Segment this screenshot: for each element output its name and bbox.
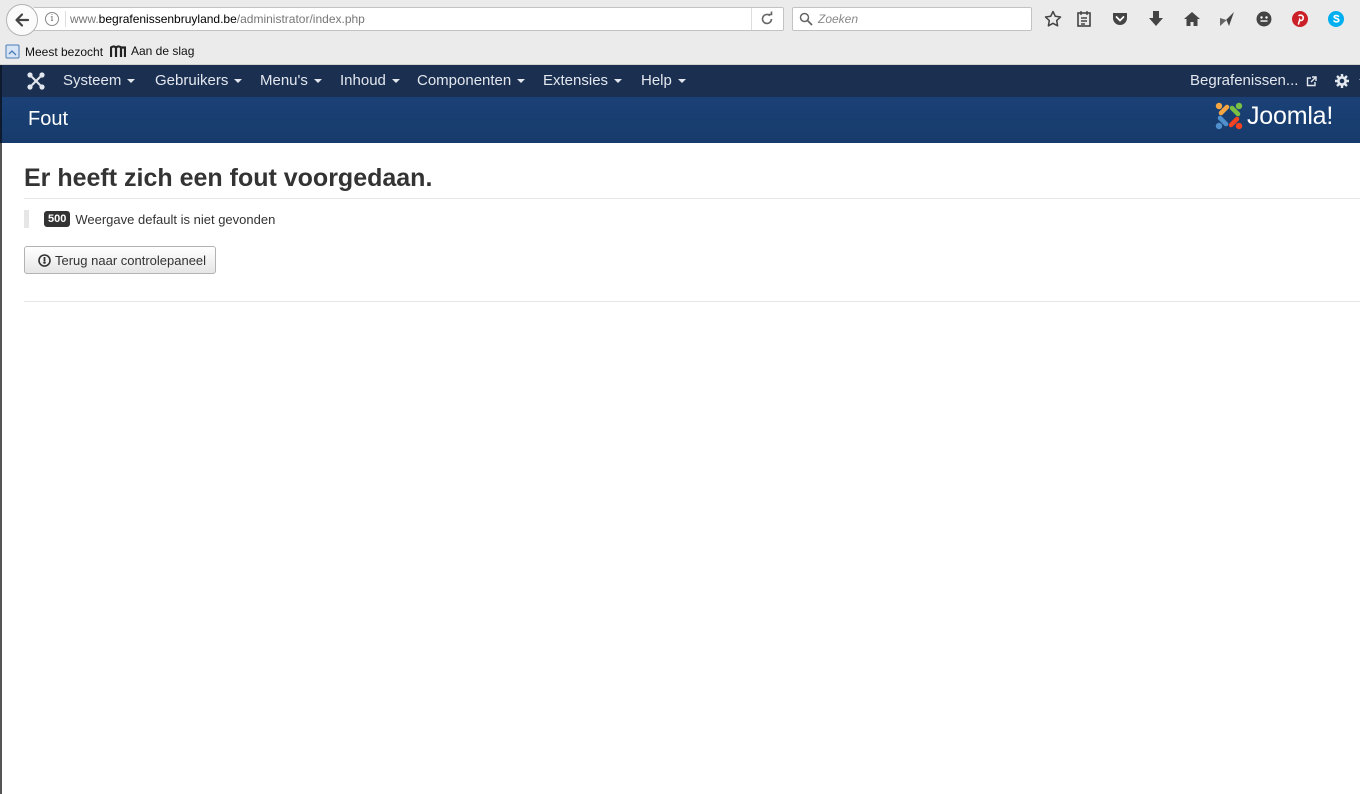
divider [24,301,1360,302]
back-to-dashboard-button[interactable]: Terug naar controlepaneel [24,246,216,274]
url-prefix: www. [70,12,99,26]
joomla-logo-icon [1215,102,1243,130]
back-button[interactable] [6,4,38,36]
emoji-icon[interactable] [1254,9,1274,29]
bookmark-folder-icon [5,44,20,59]
bookmarks-bar: Meest bezocht Aan de slag [0,40,1360,65]
url-path: /administrator/index.php [236,12,365,26]
reload-icon[interactable] [759,11,775,27]
caret-down-icon [677,79,686,84]
bookmark-meest-bezocht[interactable]: Meest bezocht [5,44,103,59]
error-heading: Er heeft zich een fout voorgedaan. [24,164,433,192]
dashboard-icon [38,253,51,267]
nav-label: Help [641,72,672,89]
page-title: Fout [28,108,69,130]
reload-separator [751,8,752,30]
caret-down-icon [391,79,400,84]
info-icon[interactable]: i [45,12,59,26]
main-content: Er heeft zich een fout voorgedaan. 500 W… [0,143,1360,794]
nav-gebruikers[interactable]: Gebruikers [155,65,243,97]
address-bar[interactable]: i www.begrafenissenbruyland.be/administr… [34,7,784,31]
error-code-badge: 500 [44,211,71,227]
page-header: Fout Joomla! [0,97,1360,143]
admin-navbar: Systeem Gebruikers Menu's Inhoud Compone… [0,65,1360,97]
nav-menus[interactable]: Menu's [260,65,322,97]
caret-down-icon [517,79,526,84]
caret-down-icon [234,79,243,84]
nav-label: Systeem [63,72,122,89]
back-arrow-icon [15,13,30,27]
home-icon[interactable] [1182,9,1202,29]
search-placeholder: Zoeken [818,12,859,26]
joomla-brand-logo: Joomla! [1214,101,1333,131]
pocket-icon[interactable] [1110,9,1130,29]
error-message-block: 500 Weergave default is niet gevonden [24,210,275,228]
gear-icon [1335,74,1349,89]
nav-componenten[interactable]: Componenten [417,65,526,97]
m-logo-icon [110,44,126,57]
pinterest-icon[interactable] [1290,9,1310,29]
bookmark-label: Aan de slag [131,44,195,58]
external-link-icon [1306,75,1317,86]
nav-extensies[interactable]: Extensies [543,65,623,97]
caret-down-icon [313,79,322,84]
caret-down-icon [614,79,623,84]
nav-inhoud[interactable]: Inhoud [340,65,400,97]
caret-down-icon [127,79,136,84]
divider [24,198,1360,199]
send-icon[interactable] [1217,9,1237,29]
nav-label: Componenten [417,72,512,89]
error-message: Weergave default is niet gevonden [75,211,276,227]
skype-icon[interactable] [1326,9,1346,29]
search-icon [799,12,813,26]
star-icon[interactable] [1043,9,1063,29]
nav-label: Gebruikers [155,72,229,89]
nav-label: Menu's [260,72,308,89]
browser-toolbar: i www.begrafenissenbruyland.be/administr… [0,0,1360,40]
url-text[interactable]: www.begrafenissenbruyland.be/administrat… [70,12,365,26]
settings-menu[interactable] [1335,65,1360,97]
search-input[interactable]: Zoeken [792,7,1032,31]
site-link-label: Begrafenissen... [1190,72,1299,89]
nav-label: Extensies [543,72,609,89]
back-button-label: Terug naar controlepaneel [55,252,207,268]
site-preview-link[interactable]: Begrafenissen... [1190,65,1317,97]
url-domain: begrafenissenbruyland.be [98,12,237,26]
joomla-logo-icon[interactable] [26,71,46,91]
nav-help[interactable]: Help [641,65,686,97]
bookmark-label: Meest bezocht [25,44,104,59]
download-icon[interactable] [1146,9,1166,29]
reader-icon[interactable] [1074,9,1094,29]
url-separator [65,11,66,27]
nav-label: Inhoud [340,72,386,89]
joomla-logo-text: Joomla! [1247,101,1334,130]
bookmark-aan-de-slag[interactable]: Aan de slag [110,44,194,58]
nav-systeem[interactable]: Systeem [63,65,136,97]
